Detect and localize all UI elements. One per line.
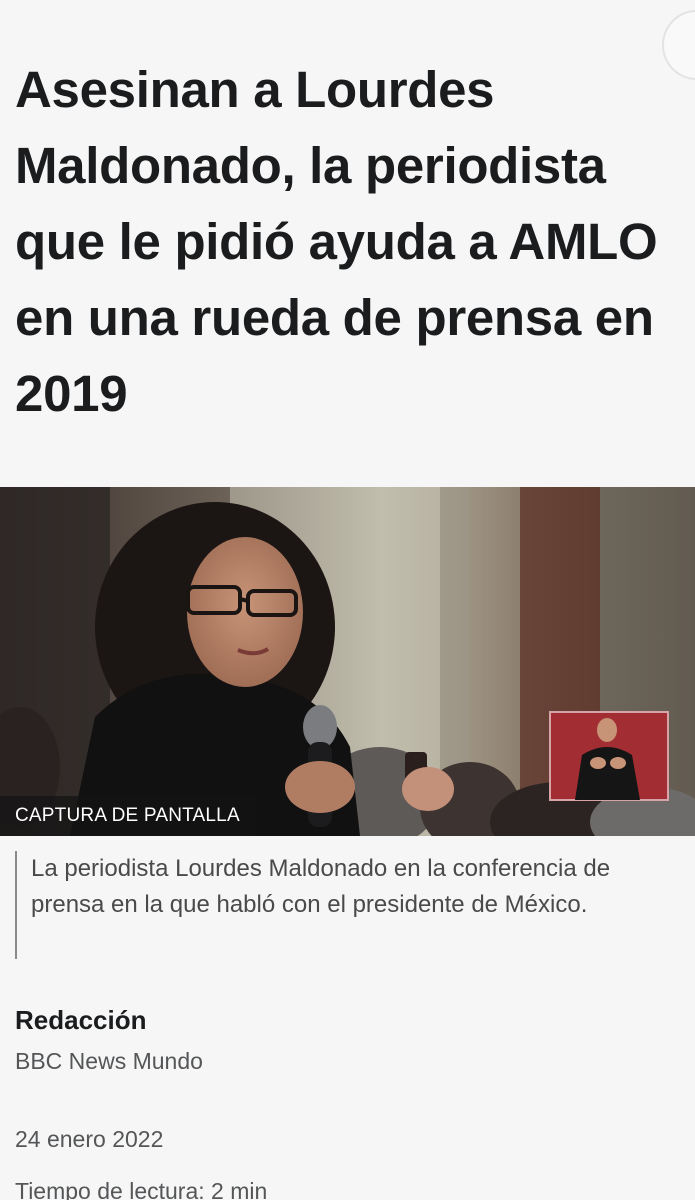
- image-caption: La periodista Lourdes Maldonado en la co…: [15, 851, 655, 959]
- reading-time: Tiempo de lectura: 2 min: [15, 1178, 268, 1200]
- byline-author: Redacción: [15, 1005, 147, 1035]
- article-headline: Asesinan a Lourdes Maldonado, la periodi…: [15, 61, 658, 422]
- article-page: Asesinan a Lourdes Maldonado, la periodi…: [0, 0, 695, 1200]
- article-image[interactable]: CAPTURA DE PANTALLA: [0, 487, 695, 836]
- publish-date: 24 enero 2022: [15, 1126, 164, 1152]
- image-caption-text: La periodista Lourdes Maldonado en la co…: [31, 855, 611, 918]
- byline-organization: BBC News Mundo: [15, 1048, 203, 1074]
- press-conference-photo: [0, 487, 695, 836]
- top-right-round-button[interactable]: [662, 10, 695, 80]
- image-credit-label: CAPTURA DE PANTALLA: [0, 796, 255, 836]
